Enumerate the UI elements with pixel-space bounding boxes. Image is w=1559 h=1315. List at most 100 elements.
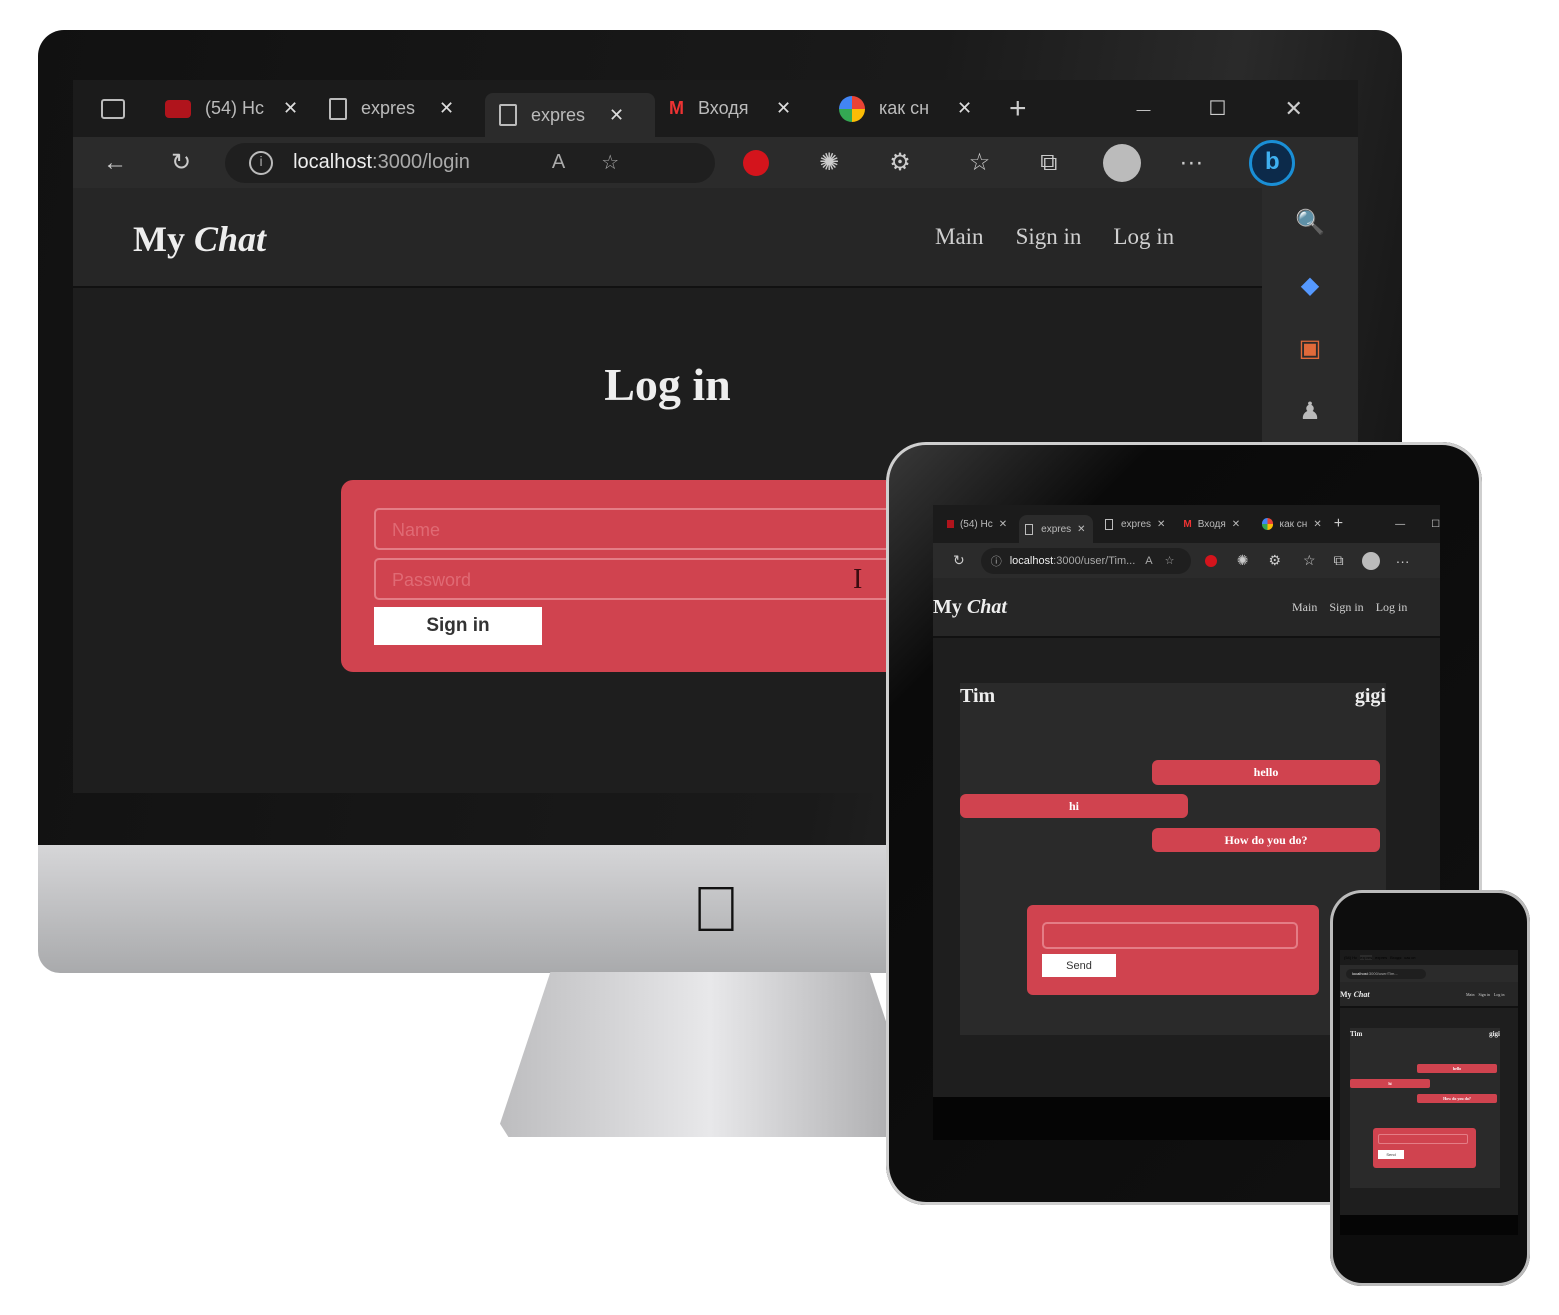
tab[interactable]: как сн ✕ [1256, 518, 1328, 530]
brand-logo[interactable]: My Chat [1340, 990, 1370, 999]
name-input[interactable]: Name [374, 508, 974, 550]
minimize-button[interactable]: — [1395, 519, 1405, 530]
favorites-icon[interactable]: ☆ [969, 148, 991, 177]
send-button[interactable]: Send [1378, 1150, 1404, 1159]
nav-sign-in[interactable]: Sign in [1329, 600, 1363, 615]
tab[interactable]: Входя [1390, 955, 1401, 960]
apple-logo-icon:  [692, 872, 740, 946]
close-tab-icon[interactable]: ✕ [1313, 519, 1321, 530]
extension-adblock-icon[interactable] [743, 149, 770, 176]
tab[interactable]: как сн ✕ [825, 80, 995, 137]
address-bar[interactable]: ⓘ localhost:3000/user/Tim... A ☆ [980, 547, 1191, 574]
profile-avatar[interactable] [1103, 143, 1142, 182]
close-tab-icon[interactable]: ✕ [1157, 519, 1165, 530]
tab[interactable]: M Входя ✕ [655, 80, 825, 137]
tab[interactable]: M Входя ✕ [1177, 519, 1249, 530]
nav-log-in[interactable]: Log in [1494, 992, 1505, 997]
maximize-button[interactable]: ☐ [1209, 96, 1227, 121]
extension-adblock-icon[interactable] [1204, 554, 1217, 567]
tab-bar: (54) Hc ✕ expres ✕ expres ✕ M Входя ✕ как сн ✕… [73, 80, 1358, 137]
tab-active[interactable]: expres ✕ [1019, 515, 1094, 543]
games-icon[interactable]: ♟ [1299, 397, 1321, 426]
close-tab-icon[interactable]: ✕ [776, 98, 791, 119]
url-host: localhost [1352, 971, 1368, 976]
site-nav: Main Sign in Log in [935, 224, 1174, 250]
screen-bottom-band [1340, 1215, 1518, 1235]
tab[interactable]: как сн [1404, 955, 1415, 960]
maximize-button[interactable]: ☐ [1431, 519, 1440, 530]
nav-main[interactable]: Main [1466, 992, 1474, 997]
send-button[interactable]: Send [1042, 954, 1116, 977]
favorite-add-icon[interactable]: ☆ [601, 150, 619, 175]
address-bar[interactable]: localhost:3000/user/Tim... [1346, 968, 1426, 979]
google-icon [1261, 518, 1274, 530]
close-window-button[interactable]: ✕ [1284, 96, 1302, 122]
read-aloud-icon[interactable]: A [552, 151, 565, 174]
page-icon [329, 97, 347, 120]
extensions-icon[interactable]: ⚙ [1268, 552, 1281, 569]
shopping-tag-icon[interactable]: ◆ [1301, 271, 1319, 300]
tab-label: как сн [1279, 518, 1308, 530]
brand-logo[interactable]: My Chat [133, 218, 266, 260]
close-tab-icon[interactable]: ✕ [439, 98, 454, 119]
brand-logo[interactable]: My Chat [933, 596, 1007, 619]
tab-label: expres [531, 104, 586, 125]
password-input[interactable]: Password [374, 558, 974, 600]
bing-copilot-icon[interactable]: b [1249, 139, 1296, 186]
message-input[interactable] [1042, 922, 1298, 949]
new-tab-button[interactable]: + [1334, 515, 1343, 533]
favorite-add-icon[interactable]: ☆ [1165, 554, 1175, 567]
sign-in-button[interactable]: Sign in [374, 607, 542, 645]
google-icon [839, 95, 865, 122]
read-aloud-icon[interactable]: A [1145, 555, 1152, 567]
collections-icon[interactable]: ⧉ [1334, 552, 1344, 569]
extension-react-icon[interactable]: ✺ [1237, 552, 1249, 569]
minimize-button[interactable]: — [1137, 101, 1151, 117]
tab[interactable]: (54) Hc [1344, 955, 1357, 960]
nav-sign-in[interactable]: Sign in [1016, 224, 1082, 250]
nav-main[interactable]: Main [935, 224, 984, 250]
back-icon[interactable]: ← [103, 149, 127, 177]
close-tab-icon[interactable]: ✕ [1077, 524, 1085, 535]
more-menu-icon[interactable]: ··· [1396, 553, 1410, 569]
tab-active[interactable]: expres ✕ [485, 93, 655, 137]
tab-active[interactable]: expres [1360, 955, 1373, 960]
tab[interactable]: (54) Hc ✕ [155, 80, 315, 137]
profile-avatar[interactable] [1361, 551, 1380, 570]
address-bar[interactable]: i localhost:3000/login A ☆ [225, 142, 716, 183]
site-nav: Main Sign in Log in [1466, 992, 1504, 997]
close-tab-icon[interactable]: ✕ [999, 519, 1007, 530]
collections-icon[interactable]: ⧉ [1040, 149, 1057, 177]
nav-log-in[interactable]: Log in [1376, 600, 1408, 615]
close-tab-icon[interactable]: ✕ [1232, 519, 1240, 530]
tools-icon[interactable]: ▣ [1299, 334, 1322, 363]
message-input[interactable] [1378, 1134, 1468, 1144]
search-icon[interactable]: 🔍 [1295, 208, 1325, 237]
site-header: My Chat Main Sign in Log in [1340, 982, 1518, 1008]
page-icon [499, 104, 517, 126]
more-menu-icon[interactable]: ··· [1179, 149, 1203, 177]
close-tab-icon[interactable]: ✕ [609, 105, 624, 126]
tab-actions-icon[interactable] [101, 98, 125, 119]
close-tab-icon[interactable]: ✕ [283, 98, 298, 119]
refresh-icon[interactable]: ↻ [171, 148, 191, 177]
nav-main[interactable]: Main [1292, 600, 1317, 615]
message-bubble-right: hello [1152, 760, 1380, 785]
nav-sign-in[interactable]: Sign in [1478, 992, 1489, 997]
tab-bar: (54) Hc expres expres Входя как сн [1340, 950, 1518, 965]
tab[interactable]: (54) Hc ✕ [941, 519, 1013, 530]
url-host: localhost [293, 151, 373, 173]
tab[interactable]: expres ✕ [1099, 518, 1171, 530]
extension-react-icon[interactable]: ✺ [819, 148, 839, 177]
nav-log-in[interactable]: Log in [1113, 224, 1174, 250]
close-tab-icon[interactable]: ✕ [957, 98, 972, 119]
new-tab-button[interactable]: + [1009, 92, 1027, 126]
toolbar: ↻ ⓘ localhost:3000/user/Tim... A ☆ ✺ ⚙ ☆… [933, 543, 1440, 578]
tab-label: (54) Hc [959, 518, 993, 530]
extensions-icon[interactable]: ⚙ [889, 148, 911, 177]
toolbar: ← ↻ i localhost:3000/login A ☆ ✺ ⚙ ☆ ⧉ ·… [73, 137, 1358, 188]
refresh-icon[interactable]: ↻ [953, 552, 965, 569]
tab[interactable]: expres ✕ [315, 80, 485, 137]
tab[interactable]: expres [1375, 955, 1387, 960]
favorites-icon[interactable]: ☆ [1303, 552, 1316, 569]
